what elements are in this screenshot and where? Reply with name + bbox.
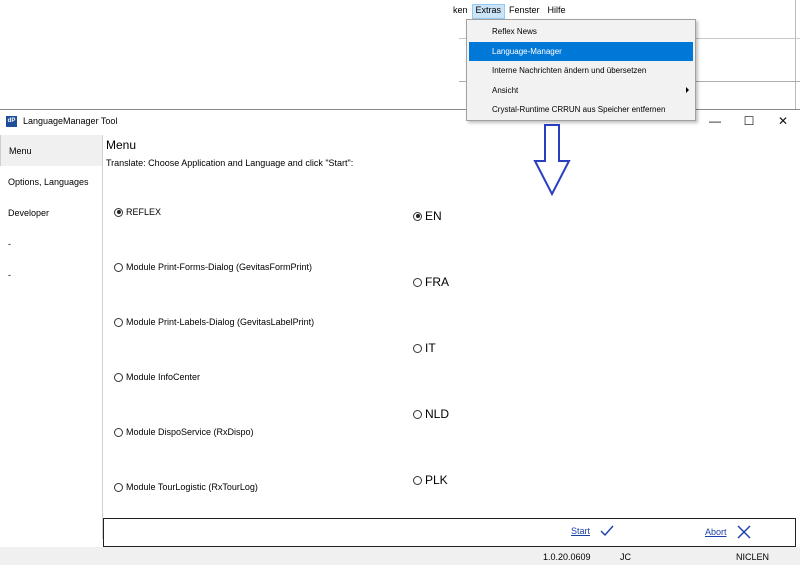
app-option-disposervice[interactable]: Module DispoService (RxDispo) xyxy=(114,427,254,437)
menu-item-label: Crystal-Runtime CRRUN aus Speicher entfe… xyxy=(492,105,666,115)
main-panel: Menu Translate: Choose Application and L… xyxy=(106,135,796,515)
app-option-reflex[interactable]: REFLEX xyxy=(114,207,161,217)
radio-button[interactable] xyxy=(114,262,123,272)
sidebar-item-developer[interactable]: Developer xyxy=(0,197,102,228)
radio-button[interactable] xyxy=(114,372,123,382)
menu-item-label: Language-Manager xyxy=(492,46,562,56)
status-version: 1.0.20.0609 xyxy=(543,552,591,562)
abort-button[interactable]: Abort xyxy=(705,525,751,539)
radio-button[interactable] xyxy=(413,409,422,419)
app-option-label: Module TourLogistic (RxTourLog) xyxy=(126,482,258,492)
sidebar-item-label: Developer xyxy=(8,207,50,218)
lang-option-label: PLK xyxy=(425,473,448,487)
radio-button[interactable] xyxy=(413,343,422,353)
window-controls: — ☐ ✕ xyxy=(698,110,800,132)
sidebar: Menu Options, Languages Developer - - xyxy=(0,135,103,539)
background-menubar: ken Extras Fenster Hilfe xyxy=(449,4,570,19)
app-option-label: REFLEX xyxy=(126,207,162,217)
page-title: Menu xyxy=(106,138,137,152)
sidebar-item-label: Options, Languages xyxy=(8,176,89,187)
radio-button[interactable] xyxy=(114,207,123,217)
submenu-arrow-icon xyxy=(686,86,689,93)
radio-button[interactable] xyxy=(413,211,422,221)
instructions-text: Translate: Choose Application and Langua… xyxy=(106,158,354,168)
menu-item-language-manager[interactable]: Language-Manager xyxy=(469,41,693,61)
app-option-label: Module InfoCenter xyxy=(126,372,201,382)
sidebar-item-options-languages[interactable]: Options, Languages xyxy=(0,166,102,197)
app-option-print-forms[interactable]: Module Print-Forms-Dialog (GevitasFormPr… xyxy=(114,262,312,272)
lang-option-nld[interactable]: NLD xyxy=(413,407,449,421)
sidebar-item-label: - xyxy=(8,269,11,280)
radio-button[interactable] xyxy=(114,427,123,437)
status-user: JC xyxy=(620,552,631,562)
window-title: LanguageManager Tool xyxy=(23,116,118,126)
app-option-print-labels[interactable]: Module Print-Labels-Dialog (GevitasLabel… xyxy=(114,317,314,327)
sidebar-item-label: Menu xyxy=(9,145,32,156)
maximize-icon: ☐ xyxy=(743,114,755,128)
close-button[interactable]: ✕ xyxy=(766,110,800,132)
sidebar-item-dash-2[interactable]: - xyxy=(0,259,102,290)
menu-item-label: Interne Nachrichten ändern und übersetze… xyxy=(492,66,647,76)
action-bar: Start Abort xyxy=(103,518,796,547)
app-option-label: Module DispoService (RxDispo) xyxy=(126,427,254,437)
lang-option-it[interactable]: IT xyxy=(413,341,436,355)
menu-item-ken[interactable]: ken xyxy=(449,4,472,19)
app-option-tourlogistic[interactable]: Module TourLogistic (RxTourLog) xyxy=(114,482,258,492)
language-manager-window: dP LanguageManager Tool — ☐ ✕ Menu Optio… xyxy=(0,109,800,565)
lang-option-plk[interactable]: PLK xyxy=(413,473,448,487)
lang-option-label: EN xyxy=(425,209,442,223)
app-option-infocenter[interactable]: Module InfoCenter xyxy=(114,372,200,382)
app-icon: dP xyxy=(6,115,17,127)
menu-item-ansicht[interactable]: Ansicht xyxy=(469,81,693,101)
close-icon: ✕ xyxy=(777,114,789,128)
sidebar-item-label: - xyxy=(8,238,11,249)
abort-link[interactable]: Abort xyxy=(705,527,727,537)
start-button[interactable]: Start xyxy=(571,525,614,537)
statusbar: 1.0.20.0609 JC NICLEN xyxy=(0,547,800,565)
down-arrow-icon xyxy=(533,124,571,196)
start-link[interactable]: Start xyxy=(571,526,590,536)
sidebar-item-dash-1[interactable]: - xyxy=(0,228,102,259)
radio-button[interactable] xyxy=(413,277,422,287)
menu-item-hilfe[interactable]: Hilfe xyxy=(544,4,570,19)
menu-item-interne-nachrichten[interactable]: Interne Nachrichten ändern und übersetze… xyxy=(469,61,693,81)
x-icon xyxy=(737,525,751,539)
app-option-label: Module Print-Forms-Dialog (GevitasFormPr… xyxy=(126,262,313,272)
lang-option-en[interactable]: EN xyxy=(413,209,442,223)
minimize-button[interactable]: — xyxy=(698,110,732,132)
app-option-label: Module Print-Labels-Dialog (GevitasLabel… xyxy=(126,317,315,327)
sidebar-item-menu[interactable]: Menu xyxy=(0,135,102,166)
radio-button[interactable] xyxy=(413,475,422,485)
extras-dropdown-menu: Reflex News Language-Manager Interne Nac… xyxy=(466,19,696,121)
radio-button[interactable] xyxy=(114,317,123,327)
menu-item-label: Ansicht xyxy=(492,85,519,95)
checkmark-icon xyxy=(600,525,614,537)
menu-item-reflex-news[interactable]: Reflex News xyxy=(469,22,693,42)
lang-option-label: IT xyxy=(425,341,436,355)
maximize-button[interactable]: ☐ xyxy=(732,110,766,132)
radio-button[interactable] xyxy=(114,482,123,492)
status-machine: NICLEN xyxy=(736,552,770,562)
lang-option-label: FRA xyxy=(425,275,449,289)
menu-item-label: Reflex News xyxy=(492,27,537,37)
minimize-icon: — xyxy=(709,114,721,128)
menu-item-crystal-runtime[interactable]: Crystal-Runtime CRRUN aus Speicher entfe… xyxy=(469,100,693,120)
menu-item-fenster[interactable]: Fenster xyxy=(505,4,544,19)
lang-option-label: NLD xyxy=(425,407,450,421)
lang-option-fra[interactable]: FRA xyxy=(413,275,449,289)
menu-item-extras[interactable]: Extras xyxy=(471,4,506,19)
